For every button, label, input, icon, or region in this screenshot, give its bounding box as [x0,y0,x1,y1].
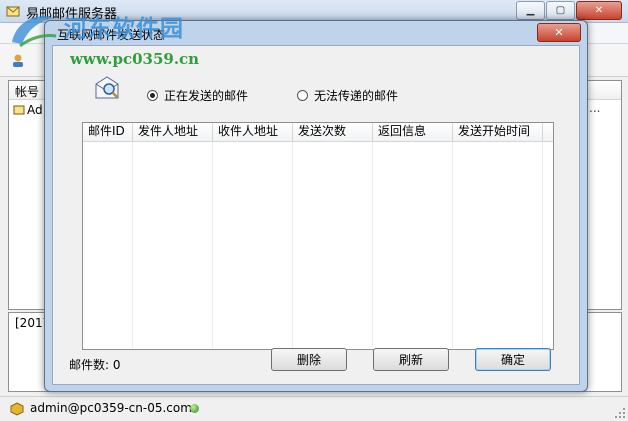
column-header-return-info[interactable]: 返回信息 [373,123,453,141]
column-header-sender[interactable]: 发件人地址 [133,123,213,141]
mail-count-value: 0 [112,358,121,372]
radio-undeliverable-mail[interactable]: 无法传递的邮件 [297,87,398,104]
radio-undeliverable-label: 无法传递的邮件 [314,89,399,103]
watermark-logo-icon [12,16,57,48]
radio-sending-mail[interactable]: 正在发送的邮件 [147,87,248,104]
resize-grip-icon[interactable] [614,407,626,419]
dialog-body: 正在发送的邮件 无法传递的邮件 邮件ID 发件人地址 收件人地址 发送次数 返回… [52,45,580,385]
mail-queue-list[interactable]: 邮件ID 发件人地址 收件人地址 发送次数 返回信息 发送开始时间 [82,122,554,350]
column-header-send-count[interactable]: 发送次数 [293,123,373,141]
watermark-url: www.pc0359.cn [70,50,200,68]
mail-queue-header: 邮件ID 发件人地址 收件人地址 发送次数 返回信息 发送开始时间 [83,123,553,142]
status-account-text: admin@pc0359-cn-05.com [30,401,192,415]
toolbar-user-icon[interactable] [10,52,26,68]
watermark-site-name: 河东软件园 [64,15,184,42]
ok-button[interactable]: 确定 [475,348,551,371]
radio-sending-label: 正在发送的邮件 [164,89,249,103]
mail-magnifier-icon [95,76,119,99]
main-close-button[interactable]: ✕ [576,1,622,20]
dialog-close-button[interactable]: ✕ [537,23,581,42]
status-bar: admin@pc0359-cn-05.com [0,396,628,421]
right-list-ellipsis: ... [589,101,601,115]
mail-queue-rows [83,142,553,348]
radio-sending-indicator[interactable] [147,90,158,101]
mail-count: 邮件数: 0 [69,356,121,373]
account-row[interactable]: Ad [13,103,43,117]
maximize-button[interactable]: ▢ [546,1,575,20]
radio-undeliverable-indicator[interactable] [297,90,308,101]
account-column-header[interactable]: 帐号 [9,81,49,100]
status-user-icon [10,402,24,416]
mail-count-label: 邮件数: [69,358,110,372]
column-header-start-time[interactable]: 发送开始时间 [453,123,543,141]
refresh-button[interactable]: 刷新 [373,348,449,371]
account-column-label: 帐号 [15,85,40,99]
account-icon [13,105,25,115]
delete-button[interactable]: 删除 [271,348,347,371]
account-row-label: Ad [27,103,43,117]
column-header-recipient[interactable]: 收件人地址 [213,123,293,141]
minimize-button[interactable]: ▁ [516,1,545,20]
mail-send-status-dialog: 互联网邮件发送状态 ✕ 正在发送的邮件 无法传递的邮件 邮件ID 发件人地址 收… [44,20,588,392]
status-online-icon [190,404,199,413]
column-header-mail-id[interactable]: 邮件ID [83,123,133,141]
